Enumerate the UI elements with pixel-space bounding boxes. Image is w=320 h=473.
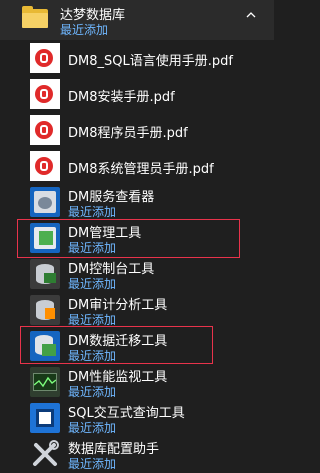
folder-subtitle: 最近添加 — [60, 23, 109, 37]
item-title: DM8程序员手册.pdf — [68, 126, 188, 141]
list-item-sql-manual[interactable]: DM8_SQL语言使用手册.pdf — [0, 40, 274, 76]
audit-tool-icon — [30, 295, 60, 325]
console-tool-icon — [30, 259, 60, 289]
item-subtitle: 最近添加 — [68, 421, 117, 435]
chevron-up-icon[interactable] — [246, 10, 256, 20]
highlight-box-migration-tool — [20, 326, 213, 364]
sql-query-icon — [30, 403, 60, 433]
list-item-service-viewer[interactable]: DM服务查看器 最近添加 — [0, 184, 274, 220]
item-subtitle: 最近添加 — [68, 205, 117, 219]
item-title: DM8安装手册.pdf — [68, 90, 175, 105]
list-item-install-manual[interactable]: DM8安装手册.pdf — [0, 76, 274, 112]
pdf-icon — [30, 115, 60, 145]
pdf-icon — [30, 151, 60, 181]
item-subtitle: 最近添加 — [68, 385, 117, 399]
item-subtitle: 最近添加 — [68, 457, 117, 471]
list-item-audit-tool[interactable]: DM审计分析工具 最近添加 — [0, 292, 274, 328]
service-viewer-icon — [30, 187, 60, 217]
item-title: DM8系统管理员手册.pdf — [68, 162, 214, 177]
list-item-sql-query-tool[interactable]: SQL交互式查询工具 最近添加 — [0, 400, 274, 436]
highlight-box-management-tool — [17, 219, 240, 258]
list-item-programmer-manual[interactable]: DM8程序员手册.pdf — [0, 112, 274, 148]
folder-icon — [22, 6, 48, 28]
start-menu-list: 达梦数据库 最近添加 DM8_SQL语言使用手册.pdf DM8安装手册.pdf… — [0, 0, 274, 471]
config-assistant-icon — [30, 439, 60, 469]
pdf-icon — [30, 43, 60, 73]
list-item-admin-manual[interactable]: DM8系统管理员手册.pdf — [0, 148, 274, 184]
performance-monitor-icon — [30, 367, 60, 397]
item-subtitle: 最近添加 — [68, 277, 117, 291]
folder-dameng-database[interactable]: 达梦数据库 最近添加 — [0, 0, 274, 40]
item-title: DM8_SQL语言使用手册.pdf — [68, 54, 233, 69]
list-item-console-tool[interactable]: DM控制台工具 最近添加 — [0, 256, 274, 292]
pdf-icon — [30, 79, 60, 109]
list-item-performance-monitor[interactable]: DM性能监视工具 最近添加 — [0, 364, 274, 400]
list-item-config-assistant[interactable]: 数据库配置助手 最近添加 — [0, 436, 274, 471]
